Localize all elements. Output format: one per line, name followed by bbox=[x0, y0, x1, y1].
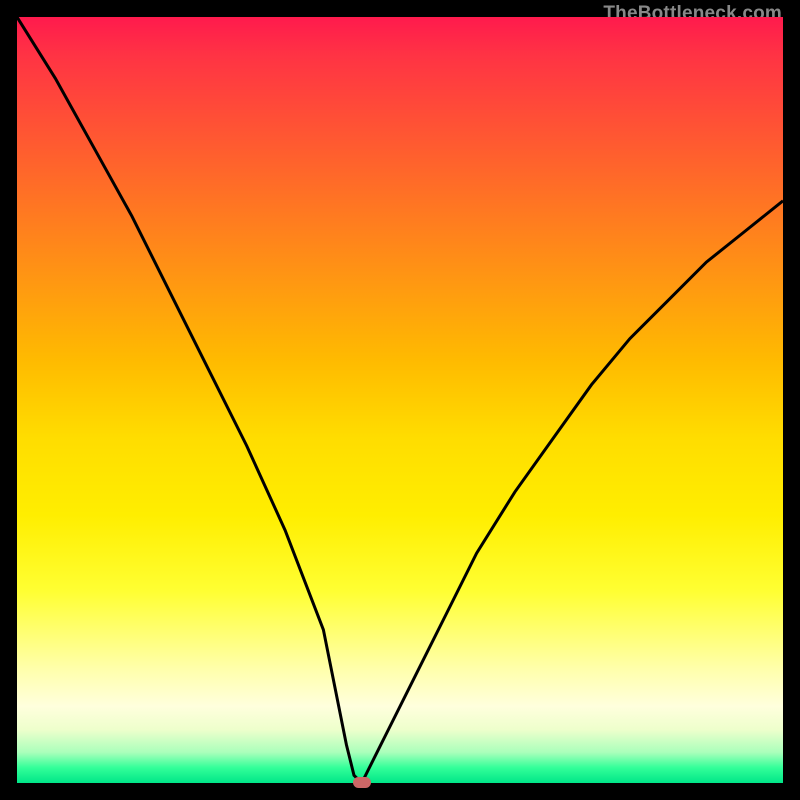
bottleneck-curve bbox=[17, 17, 783, 783]
minimum-marker bbox=[353, 777, 371, 788]
plot-area bbox=[17, 17, 783, 783]
chart-container: TheBottleneck.com bbox=[0, 0, 800, 800]
